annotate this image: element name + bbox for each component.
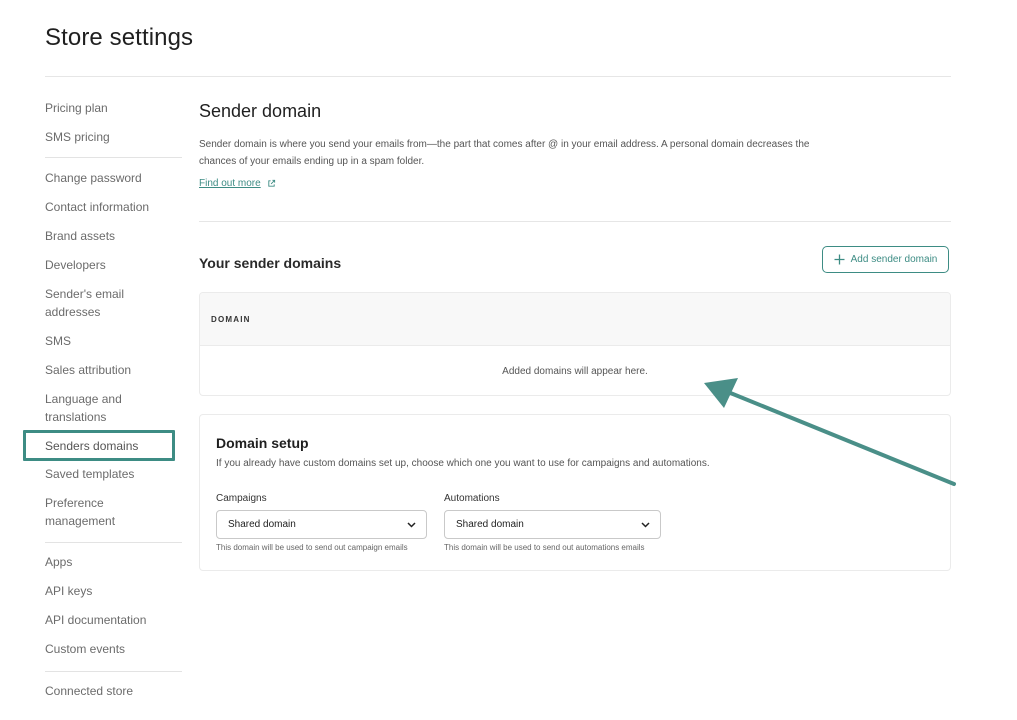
your-domains-title: Your sender domains: [199, 255, 342, 271]
automations-field: Automations Shared domain This domain wi…: [444, 493, 661, 552]
find-out-more-link[interactable]: Find out more: [199, 178, 276, 189]
sidebar-item-preference-management[interactable]: Preference management: [45, 495, 145, 530]
sidebar-item-sms-pricing[interactable]: SMS pricing: [45, 129, 175, 147]
sidebar-item-api-documentation[interactable]: API documentation: [45, 612, 175, 630]
sidebar-item-senders-email-addresses[interactable]: Sender's email addresses: [45, 286, 145, 321]
chevron-down-icon: [407, 521, 416, 528]
sidebar-item-connected-store[interactable]: Connected store: [45, 683, 175, 701]
plus-icon: [834, 254, 845, 265]
sidebar-item-custom-events[interactable]: Custom events: [45, 641, 175, 659]
automations-selected-value: Shared domain: [456, 519, 524, 530]
sidebar-item-pricing-plan[interactable]: Pricing plan: [45, 100, 175, 118]
campaigns-selected-value: Shared domain: [228, 519, 296, 530]
add-sender-domain-button[interactable]: Add sender domain: [822, 246, 949, 273]
campaigns-label: Campaigns: [216, 493, 267, 504]
page-title: Store settings: [45, 24, 194, 51]
sidebar-item-sms[interactable]: SMS: [45, 333, 175, 351]
automations-label: Automations: [444, 493, 500, 504]
campaigns-domain-select[interactable]: Shared domain: [216, 510, 427, 539]
empty-state: Added domains will appear here.: [200, 346, 950, 395]
find-out-more-label: Find out more: [199, 178, 261, 189]
sidebar-item-brand-assets[interactable]: Brand assets: [45, 228, 175, 246]
sidebar-item-apps[interactable]: Apps: [45, 554, 175, 572]
domain-setup-title: Domain setup: [216, 435, 309, 451]
sidebar-item-api-keys[interactable]: API keys: [45, 583, 175, 601]
domains-table: DOMAIN Added domains will appear here.: [199, 292, 951, 396]
sidebar-item-sales-attribution[interactable]: Sales attribution: [45, 362, 175, 380]
sidebar-divider: [45, 542, 182, 543]
column-header-domain: DOMAIN: [211, 314, 251, 324]
add-sender-domain-label: Add sender domain: [850, 254, 938, 265]
campaigns-field: Campaigns Shared domain This domain will…: [216, 493, 427, 552]
sidebar-item-saved-templates[interactable]: Saved templates: [45, 466, 175, 484]
sidebar-item-developers[interactable]: Developers: [45, 257, 175, 275]
header-divider: [45, 76, 951, 77]
empty-state-text: Added domains will appear here.: [502, 366, 648, 377]
campaigns-help-text: This domain will be used to send out cam…: [216, 543, 408, 552]
automations-help-text: This domain will be used to send out aut…: [444, 543, 645, 552]
sidebar-item-senders-domains[interactable]: Senders domains: [23, 430, 175, 461]
automations-domain-select[interactable]: Shared domain: [444, 510, 661, 539]
section-title: Sender domain: [199, 101, 322, 121]
chevron-down-icon: [641, 521, 650, 528]
sidebar-item-change-password[interactable]: Change password: [45, 170, 175, 188]
section-divider: [199, 221, 951, 222]
section-description: Sender domain is where you send your ema…: [199, 139, 810, 167]
external-link-icon: [268, 179, 275, 187]
domain-setup-description: If you already have custom domains set u…: [216, 458, 710, 469]
sidebar-divider: [45, 157, 182, 158]
table-header: DOMAIN: [200, 293, 950, 346]
sidebar-item-language-translations[interactable]: Language and translations: [45, 391, 145, 426]
sidebar-item-contact-information[interactable]: Contact information: [45, 199, 175, 217]
sidebar-item-label: Senders domains: [45, 438, 139, 453]
sidebar-divider: [45, 671, 182, 672]
domain-setup-card: Domain setup If you already have custom …: [199, 414, 951, 571]
